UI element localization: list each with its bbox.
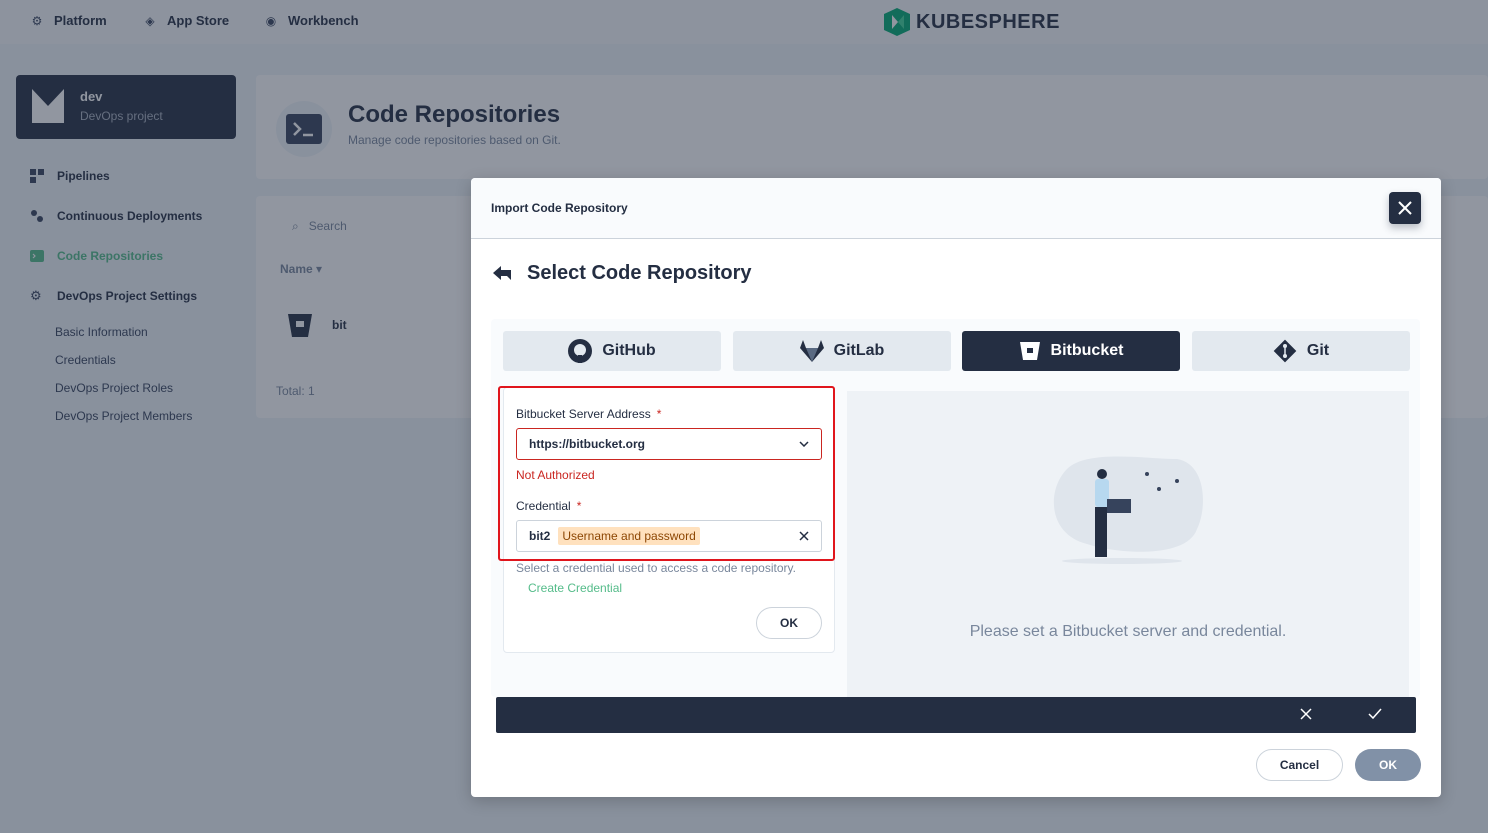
create-credential-link[interactable]: Create Credential bbox=[528, 581, 622, 595]
tab-gitlab[interactable]: GitLab bbox=[733, 331, 951, 371]
preview-message: Please set a Bitbucket server and creden… bbox=[969, 623, 1287, 640]
check-icon[interactable] bbox=[1368, 708, 1382, 720]
action-bar bbox=[496, 697, 1416, 733]
server-address-label: Bitbucket Server Address * bbox=[516, 407, 662, 421]
close-icon bbox=[1398, 201, 1412, 215]
credential-help: Select a credential used to access a cod… bbox=[516, 561, 796, 595]
bitbucket-icon bbox=[1019, 342, 1040, 360]
form-ok-button[interactable]: OK bbox=[756, 607, 822, 639]
chevron-down-icon bbox=[799, 441, 809, 447]
clear-icon[interactable] bbox=[799, 531, 809, 541]
credential-type-badge: Username and password bbox=[558, 527, 700, 545]
bitbucket-form: Bitbucket Server Address * https://bitbuc… bbox=[503, 387, 835, 653]
empty-state-illustration bbox=[1053, 456, 1203, 564]
github-icon bbox=[568, 339, 593, 363]
repository-panel: GitHub GitLab Bitbucket Git Bitbucket Se… bbox=[491, 319, 1420, 697]
section-title: Select Code Repository bbox=[527, 262, 752, 284]
tab-bitbucket[interactable]: Bitbucket bbox=[962, 331, 1180, 371]
import-repository-modal: Import Code Repository Select Code Repos… bbox=[471, 178, 1441, 797]
close-button[interactable] bbox=[1389, 192, 1421, 224]
ok-button[interactable]: OK bbox=[1355, 749, 1421, 781]
back-arrow-icon[interactable] bbox=[493, 265, 513, 282]
server-address-select[interactable]: https://bitbucket.org bbox=[516, 428, 822, 460]
gitlab-icon bbox=[799, 340, 824, 362]
server-error-message: Not Authorized bbox=[516, 468, 595, 482]
back-row: Select Code Repository bbox=[493, 262, 752, 285]
tab-github[interactable]: GitHub bbox=[503, 331, 721, 371]
modal-header: Import Code Repository bbox=[471, 178, 1441, 239]
git-icon bbox=[1273, 339, 1297, 363]
modal-title: Import Code Repository bbox=[491, 201, 628, 215]
tab-git[interactable]: Git bbox=[1192, 331, 1410, 371]
credential-select[interactable]: bit2 Username and password bbox=[516, 520, 822, 552]
cancel-button[interactable]: Cancel bbox=[1256, 749, 1343, 781]
credential-label: Credential * bbox=[516, 499, 582, 513]
close-icon[interactable] bbox=[1300, 708, 1312, 720]
preview-panel: Please set a Bitbucket server and creden… bbox=[847, 391, 1409, 697]
